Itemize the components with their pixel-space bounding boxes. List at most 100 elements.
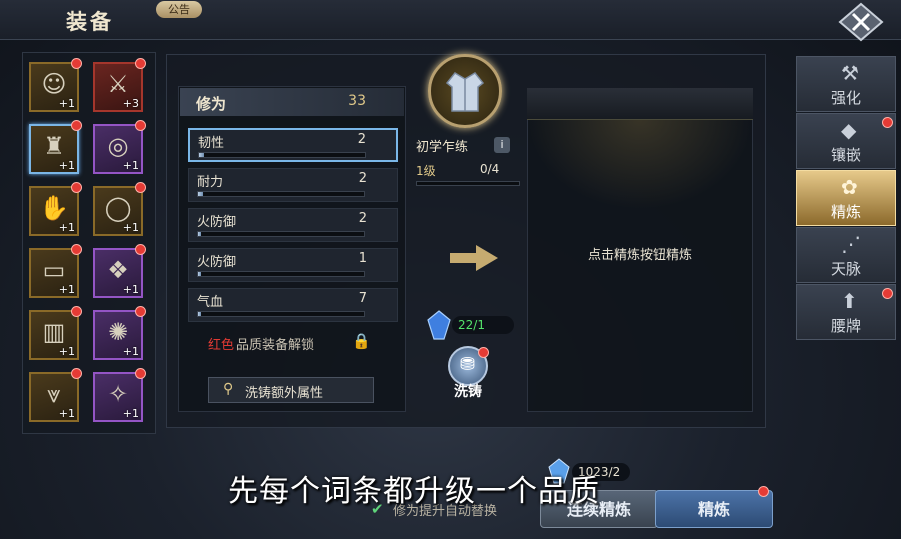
attribute-value: 7 bbox=[358, 291, 367, 306]
avatar-icon: ☺ bbox=[41, 70, 67, 98]
equipment-slot-ring-pair[interactable]: ◎ +1 bbox=[93, 124, 143, 174]
enhance-level: +1 bbox=[122, 345, 139, 358]
enhance-level: +1 bbox=[58, 221, 75, 234]
notification-dot bbox=[71, 58, 82, 69]
notice-button[interactable]: 公告 bbox=[156, 1, 202, 18]
equipment-slot-robe[interactable]: ♜ +1 bbox=[29, 124, 79, 174]
enhance-level: +3 bbox=[122, 97, 139, 110]
refine-stone-count: 22/1 bbox=[452, 316, 514, 334]
ring-pair-icon: ◎ bbox=[107, 132, 129, 160]
cultivation-value: 33 bbox=[348, 93, 366, 109]
result-header bbox=[527, 88, 753, 120]
pendant-icon: ✺ bbox=[107, 318, 129, 346]
equipment-slot-bracer[interactable]: ✋ +1 bbox=[29, 186, 79, 236]
attribute-row[interactable]: 耐力 2 bbox=[188, 168, 398, 202]
tab-refine[interactable]: ✿ 精炼 bbox=[796, 170, 896, 226]
tab-token[interactable]: ⬆ 腰牌 bbox=[796, 284, 896, 340]
video-subtitle: 先每个词条都升级一个品质 bbox=[228, 474, 600, 509]
notification-dot bbox=[135, 120, 146, 131]
result-glow bbox=[527, 120, 753, 210]
equipment-slot-ring[interactable]: ◯ +1 bbox=[93, 186, 143, 236]
spear-icon: ⚔ bbox=[107, 70, 129, 98]
equipment-slot-necklace[interactable]: ❖ +1 bbox=[93, 248, 143, 298]
info-icon[interactable]: i bbox=[494, 137, 510, 153]
extra-attribute-search-button[interactable]: ⚲ 洗铸额外属性 bbox=[208, 377, 374, 403]
ring-icon: ◯ bbox=[104, 194, 132, 222]
notification-dot bbox=[135, 182, 146, 193]
unlock-red-text: 红色 bbox=[208, 338, 235, 353]
enhance-level: +1 bbox=[58, 345, 75, 358]
refine-level: 1级 bbox=[416, 164, 436, 178]
attribute-name: 火防御 bbox=[197, 215, 237, 230]
page-title: 装备 bbox=[66, 10, 114, 34]
attribute-value: 2 bbox=[358, 211, 367, 226]
attribute-progress-bar bbox=[197, 231, 365, 237]
attribute-progress-fill bbox=[198, 272, 202, 276]
boots-icon: ⩔ bbox=[47, 380, 61, 408]
attribute-progress-fill bbox=[199, 153, 204, 157]
refine-progress: 0/4 bbox=[480, 162, 500, 176]
refine-notification-dot bbox=[758, 486, 769, 497]
leggings-icon: ▥ bbox=[42, 318, 66, 346]
notification-dot bbox=[71, 120, 82, 131]
refine-button[interactable]: 精炼 bbox=[655, 490, 773, 528]
robe-icon: ♜ bbox=[43, 132, 65, 160]
enhance-level: +1 bbox=[58, 97, 75, 110]
notification-dot bbox=[135, 244, 146, 255]
cultivation-label: 修为 bbox=[196, 95, 227, 113]
attribute-name: 气血 bbox=[197, 295, 224, 310]
robe-icon bbox=[445, 72, 485, 112]
attribute-value: 1 bbox=[358, 251, 367, 266]
refine-stage-name: 初学乍练 bbox=[416, 140, 469, 155]
equipment-slot-pendant[interactable]: ✺ +1 bbox=[93, 310, 143, 360]
notification-dot bbox=[135, 368, 146, 379]
attribute-progress-fill bbox=[198, 312, 202, 316]
enhance-level: +1 bbox=[58, 283, 75, 296]
enhance-level: +1 bbox=[58, 407, 75, 420]
cultivation-header: 修为 33 bbox=[180, 88, 404, 116]
wash-cast-label: 洗铸 bbox=[454, 384, 482, 400]
equipment-slot-spear[interactable]: ⚔ +3 bbox=[93, 62, 143, 112]
gem-socket-icon: ◆ bbox=[841, 118, 857, 142]
wash-notification-dot bbox=[478, 347, 489, 358]
enhance-level: +1 bbox=[122, 283, 139, 296]
necklace-icon: ❖ bbox=[107, 256, 129, 284]
tab-notification-dot bbox=[882, 288, 893, 299]
tab-label: 腰牌 bbox=[831, 317, 862, 335]
attribute-progress-bar bbox=[197, 271, 365, 277]
enhance-level: +1 bbox=[122, 407, 139, 420]
belt-icon: ▭ bbox=[42, 256, 66, 284]
notification-dot bbox=[71, 368, 82, 379]
wash-icon: ⛃ bbox=[460, 354, 476, 375]
equipment-slot-leggings[interactable]: ▥ +1 bbox=[29, 310, 79, 360]
attribute-progress-bar bbox=[198, 152, 366, 158]
attribute-row[interactable]: 火防御 2 bbox=[188, 208, 398, 242]
attribute-row[interactable]: 气血 7 bbox=[188, 288, 398, 322]
equipment-slot-boots[interactable]: ⩔ +1 bbox=[29, 372, 79, 422]
red-quality-unlock: 红色 品质装备解锁 🔒 bbox=[188, 328, 396, 358]
tab-anvil[interactable]: ⚒ 强化 bbox=[796, 56, 896, 112]
close-button[interactable] bbox=[838, 2, 884, 42]
arrow-right-icon bbox=[448, 243, 500, 273]
equipment-slot-avatar[interactable]: ☺ +1 bbox=[29, 62, 79, 112]
attribute-row[interactable]: 韧性 2 bbox=[188, 128, 398, 162]
refine-icon: ✿ bbox=[841, 175, 858, 199]
bracer-icon: ✋ bbox=[39, 194, 69, 222]
attribute-progress-fill bbox=[198, 192, 203, 196]
tab-meridian[interactable]: ⋰ 天脉 bbox=[796, 227, 896, 283]
equipment-slot-charm[interactable]: ✧ +1 bbox=[93, 372, 143, 422]
enhance-level: +1 bbox=[122, 221, 139, 234]
lock-icon: 🔒 bbox=[352, 332, 371, 350]
attribute-row[interactable]: 火防御 1 bbox=[188, 248, 398, 282]
equipped-item-icon[interactable] bbox=[428, 54, 502, 128]
tab-label: 天脉 bbox=[831, 260, 862, 278]
search-icon: ⚲ bbox=[223, 381, 234, 397]
tab-notification-dot bbox=[882, 117, 893, 128]
tab-gem-socket[interactable]: ◆ 镶嵌 bbox=[796, 113, 896, 169]
attribute-progress-fill bbox=[198, 232, 202, 236]
attribute-value: 2 bbox=[358, 171, 367, 186]
charm-icon: ✧ bbox=[107, 380, 129, 408]
token-icon: ⬆ bbox=[841, 289, 858, 313]
meridian-icon: ⋰ bbox=[841, 232, 861, 256]
equipment-slot-belt[interactable]: ▭ +1 bbox=[29, 248, 79, 298]
